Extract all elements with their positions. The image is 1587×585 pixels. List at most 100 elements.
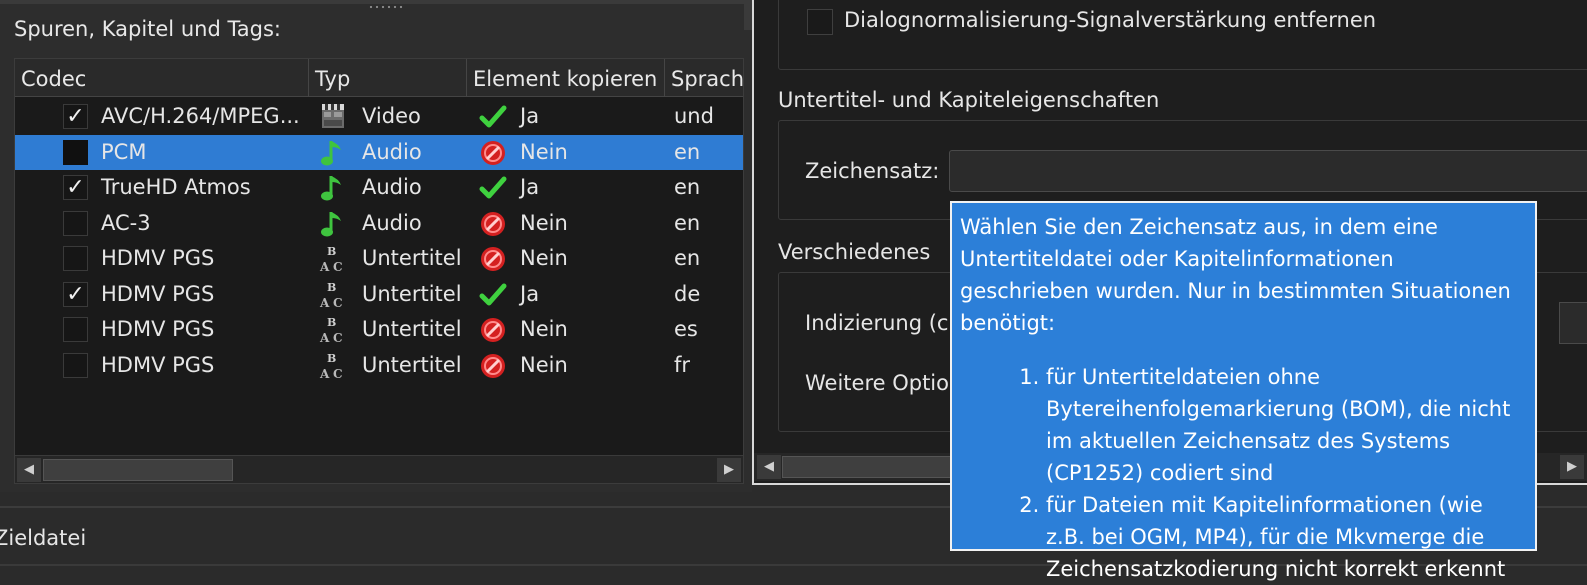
music-note-icon	[319, 138, 347, 168]
table-header: Codec Typ Element kopieren Sprach	[15, 59, 743, 97]
charset-tooltip: Wählen Sie den Zeichensatz aus, in dem e…	[950, 201, 1537, 581]
subtitle-abc-icon: BAC	[319, 280, 347, 310]
table-row[interactable]: HDMV PGS B A C Untertitel Nein en	[15, 241, 743, 276]
more-options-label: Weitere Optio	[805, 371, 949, 395]
table-row[interactable]: AC-3 Audio Nein en	[15, 206, 743, 241]
subtitle-group-title: Untertitel- und Kapiteleigenschaften	[778, 88, 1160, 112]
type-cell: Video	[362, 104, 421, 128]
language-cell: en	[674, 246, 701, 270]
table-row[interactable]: ✓ HDMV PGS B A C Untertitel Ja de	[15, 277, 743, 312]
svg-text:A: A	[319, 260, 330, 274]
table-row[interactable]: PCM Audio Nein en	[15, 134, 743, 170]
codec-cell: AVC/H.264/MPEG...	[101, 104, 300, 128]
indexing-label: Indizierung (cu	[805, 311, 962, 335]
svg-text:A: A	[319, 296, 330, 310]
codec-cell: AC-3	[101, 210, 151, 235]
svg-text:B: B	[327, 316, 336, 329]
table-row[interactable]: ✓ AVC/H.264/MPEG... Video Ja und	[15, 99, 743, 134]
subtitle-abc-icon: BAC	[319, 315, 347, 345]
track-checkbox[interactable]	[63, 246, 88, 271]
copy-cell: Nein	[520, 317, 568, 341]
scroll-right-icon[interactable]: ▶	[1560, 455, 1584, 479]
tracks-horizontal-scrollbar[interactable]: ◀ ▶	[15, 455, 743, 483]
copy-cell: Nein	[520, 246, 568, 270]
language-cell: und	[674, 104, 714, 128]
type-cell: Untertitel	[362, 352, 462, 377]
track-checkbox[interactable]	[63, 352, 88, 378]
charset-dropdown[interactable]	[949, 150, 1587, 192]
track-checkbox[interactable]: ✓	[63, 175, 88, 200]
track-checkbox[interactable]	[63, 317, 88, 342]
copy-cell: Ja	[520, 175, 540, 199]
no-entry-icon	[479, 245, 507, 273]
video-clapper-icon	[319, 102, 347, 132]
svg-text:C: C	[333, 296, 343, 310]
codec-cell: HDMV PGS	[101, 317, 215, 341]
codec-cell: HDMV PGS	[101, 281, 215, 306]
type-cell: Untertitel	[362, 246, 462, 270]
type-cell: Untertitel	[362, 317, 462, 341]
language-cell: es	[674, 317, 698, 341]
track-checkbox[interactable]: ✓	[63, 104, 88, 129]
charset-label: Zeichensatz:	[805, 159, 940, 183]
language-cell: en	[674, 175, 701, 199]
svg-text:C: C	[333, 367, 343, 381]
copy-cell: Nein	[520, 352, 568, 377]
svg-text:B: B	[327, 245, 336, 258]
check-icon	[479, 174, 507, 202]
no-entry-icon	[479, 316, 507, 344]
scroll-left-icon[interactable]: ◀	[757, 455, 781, 479]
check-icon	[479, 281, 507, 309]
tooltip-item: für Untertiteldateien ohne Bytereihenfol…	[1046, 361, 1523, 489]
copy-cell: Ja	[520, 104, 540, 128]
copy-cell: Ja	[520, 281, 540, 306]
scroll-thumb[interactable]	[782, 456, 962, 478]
subtitle-abc-icon: BAC	[319, 351, 347, 381]
language-cell: de	[674, 281, 701, 306]
column-header-language[interactable]: Sprach	[665, 59, 743, 97]
column-header-codec[interactable]: Codec	[15, 59, 309, 97]
codec-cell: TrueHD Atmos	[101, 175, 251, 199]
svg-text:C: C	[333, 331, 343, 345]
codec-cell: HDMV PGS	[101, 352, 215, 377]
check-icon	[479, 103, 507, 131]
table-row[interactable]: ✓ TrueHD Atmos Audio Ja en	[15, 170, 743, 205]
svg-text:B: B	[327, 352, 336, 365]
tooltip-item: für Dateien mit Kapitelinformationen (wi…	[1046, 489, 1523, 585]
svg-text:B: B	[327, 281, 336, 294]
track-checkbox[interactable]: ✓	[63, 281, 88, 307]
column-header-type[interactable]: Typ	[309, 59, 467, 97]
language-cell: fr	[674, 352, 691, 377]
type-cell: Audio	[362, 139, 422, 164]
type-cell: Audio	[362, 210, 422, 235]
no-entry-icon	[479, 210, 507, 238]
music-note-icon	[319, 173, 347, 203]
column-header-copy[interactable]: Element kopieren	[467, 59, 665, 97]
svg-text:A: A	[319, 367, 330, 381]
scroll-thumb[interactable]	[43, 459, 233, 481]
splitter-grip[interactable]	[368, 4, 404, 10]
language-cell: en	[674, 139, 701, 164]
dialog-normalization-label: Dialognormalisierung-Signalverstärkung e…	[844, 8, 1377, 32]
codec-cell: PCM	[101, 139, 147, 164]
type-cell: Audio	[362, 175, 422, 199]
copy-cell: Nein	[520, 139, 568, 164]
scroll-left-icon[interactable]: ◀	[17, 458, 41, 482]
track-checkbox[interactable]	[63, 210, 88, 236]
indexing-dropdown[interactable]	[1559, 302, 1587, 344]
table-row[interactable]: HDMV PGS B A C Untertitel Nein fr	[15, 348, 743, 383]
copy-cell: Nein	[520, 210, 568, 235]
dialog-normalization-checkbox[interactable]	[807, 9, 833, 35]
tracks-section-label: Spuren, Kapitel und Tags:	[14, 17, 282, 41]
codec-cell: HDMV PGS	[101, 246, 215, 270]
track-checkbox[interactable]	[63, 139, 88, 165]
output-file-label: Zieldatei	[0, 526, 87, 550]
no-entry-icon	[479, 139, 507, 167]
tracks-table[interactable]: Codec Typ Element kopieren Sprach ✓ AVC/H…	[14, 58, 744, 484]
scroll-right-icon[interactable]: ▶	[717, 458, 741, 482]
table-row[interactable]: HDMV PGS B A C Untertitel Nein es	[15, 312, 743, 347]
tracks-panel: Spuren, Kapitel und Tags: Codec Typ Elem…	[0, 0, 752, 492]
tooltip-intro: Wählen Sie den Zeichensatz aus, in dem e…	[960, 215, 1511, 335]
svg-text:A: A	[319, 331, 330, 345]
language-cell: en	[674, 210, 701, 235]
